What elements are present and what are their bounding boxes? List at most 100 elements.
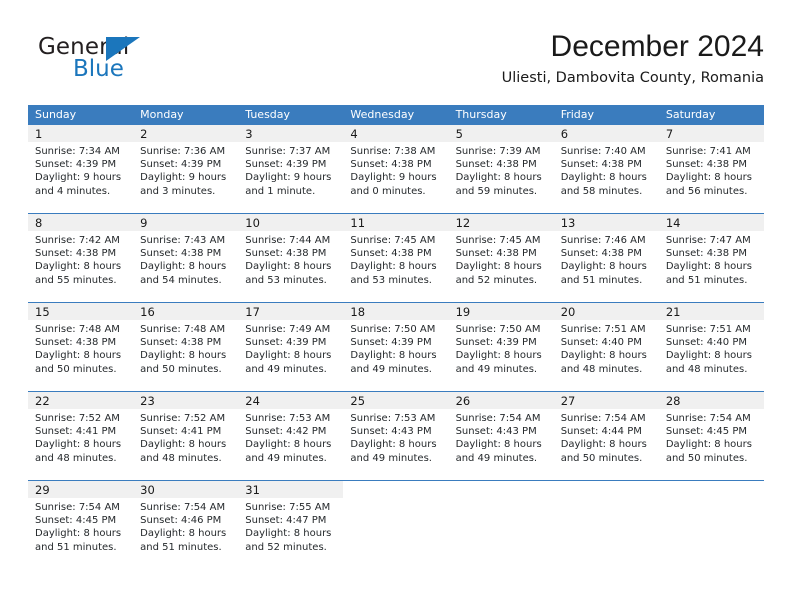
day-details: Sunrise: 7:54 AM Sunset: 4:43 PM Daylight:… [449,409,554,465]
calendar-day-cell[interactable]: 29 Sunrise: 7:54 AM Sunset: 4:45 PM Dayligh… [28,481,134,568]
sunset-text: Sunset: 4:42 PM [245,426,327,438]
daylight-text-line1: Daylight: 8 hours [665,172,752,184]
day-number-strip: 9 [133,214,239,231]
calendar-day-cell[interactable]: 10 Sunrise: 7:44 AM Sunset: 4:38 PM Dayligh… [238,214,344,302]
calendar-day-cell[interactable]: 24 Sunrise: 7:53 AM Sunset: 4:42 PM Dayligh… [238,392,344,480]
calendar-day-cell[interactable]: 21 Sunrise: 7:51 AM Sunset: 4:40 PM Dayligh… [658,303,764,391]
calendar-day-cell[interactable]: 18 Sunrise: 7:50 AM Sunset: 4:39 PM Dayligh… [343,303,449,391]
calendar-day-cell[interactable]: 16 Sunrise: 7:48 AM Sunset: 4:38 PM Dayligh… [133,303,239,391]
calendar-grid: Sunday Monday Tuesday Wednesday Thursday… [28,105,764,568]
day-details: Sunrise: 7:38 AM Sunset: 4:38 PM Daylight:… [343,142,448,198]
calendar-day-cell[interactable]: 15 Sunrise: 7:48 AM Sunset: 4:38 PM Dayligh… [28,303,134,391]
sunset-text: Sunset: 4:38 PM [665,248,747,260]
daylight-text-line2: and 0 minutes. [350,185,426,197]
day-number-strip: 6 [553,125,659,142]
sunset-text: Sunset: 4:45 PM [665,426,747,438]
weekday-header-monday: Monday [140,108,184,121]
calendar-day-cell[interactable]: 14 Sunrise: 7:47 AM Sunset: 4:38 PM Dayligh… [658,214,764,302]
daylight-text-line2: and 49 minutes. [455,363,538,375]
calendar-day-cell[interactable]: 19 Sunrise: 7:50 AM Sunset: 4:39 PM Dayligh… [448,303,554,391]
daylight-text-line2: and 51 minutes. [665,274,748,286]
day-number-strip [449,481,554,498]
day-details: Sunrise: 7:40 AM Sunset: 4:38 PM Daylight:… [554,142,659,198]
calendar-day-cell-inner: 27 Sunrise: 7:54 AM Sunset: 4:44 PM Dayligh… [553,392,659,480]
page-header: General Blue December 2024 Uliesti, Damb… [28,28,764,96]
daylight-text-line2: and 52 minutes. [455,274,538,286]
day-number: 10 [245,216,260,230]
sunrise-text: Sunrise: 7:37 AM [245,146,331,157]
calendar-day-cell[interactable]: 22 Sunrise: 7:52 AM Sunset: 4:41 PM Dayligh… [28,392,134,480]
calendar-day-cell[interactable]: 9 Sunrise: 7:43 AM Sunset: 4:38 PM Daylight… [133,214,239,302]
calendar-day-cell[interactable]: 27 Sunrise: 7:54 AM Sunset: 4:44 PM Dayligh… [553,392,659,480]
day-details: Sunrise: 7:54 AM Sunset: 4:45 PM Daylight:… [28,498,133,554]
location-subtitle: Uliesti, Dambovita County, Romania [501,70,764,86]
page-title: December 2024 [550,30,764,63]
calendar-day-cell[interactable]: 3 Sunrise: 7:37 AM Sunset: 4:39 PM Daylight… [238,125,344,213]
daylight-text-line2: and 54 minutes. [140,274,222,286]
weekday-header-tuesday: Tuesday [245,108,291,121]
calendar-empty-cell [343,481,448,568]
calendar-day-cell[interactable]: 28 Sunrise: 7:54 AM Sunset: 4:45 PM Dayligh… [658,392,764,480]
calendar-day-cell[interactable]: 5 Sunrise: 7:39 AM Sunset: 4:38 PM Daylight… [448,125,554,213]
calendar-day-cell[interactable]: 6 Sunrise: 7:40 AM Sunset: 4:38 PM Daylight… [553,125,659,213]
calendar-day-cell[interactable]: 25 Sunrise: 7:53 AM Sunset: 4:43 PM Dayligh… [343,392,449,480]
daylight-text-line2: and 49 minutes. [455,452,538,464]
calendar-day-cell[interactable]: 23 Sunrise: 7:52 AM Sunset: 4:41 PM Dayligh… [133,392,239,480]
sunset-text: Sunset: 4:38 PM [455,248,537,260]
sunrise-text: Sunrise: 7:40 AM [560,146,646,157]
daylight-text-line2: and 48 minutes. [35,452,117,464]
daylight-text-line1: Daylight: 8 hours [35,528,122,540]
calendar-day-cell[interactable]: 8 Sunrise: 7:42 AM Sunset: 4:38 PM Daylight… [28,214,134,302]
sunset-text: Sunset: 4:41 PM [35,426,117,438]
sunset-text: Sunset: 4:38 PM [665,159,747,171]
daylight-text-line1: Daylight: 8 hours [140,528,227,540]
calendar-day-cell-inner: 23 Sunrise: 7:52 AM Sunset: 4:41 PM Dayligh… [133,392,239,480]
calendar-day-cell[interactable]: 30 Sunrise: 7:54 AM Sunset: 4:46 PM Dayligh… [133,481,239,568]
calendar-day-cell[interactable]: 31 Sunrise: 7:55 AM Sunset: 4:47 PM Dayligh… [238,481,344,568]
daylight-text-line1: Daylight: 8 hours [245,261,332,273]
sunrise-text: Sunrise: 7:54 AM [455,413,541,424]
day-details: Sunrise: 7:36 AM Sunset: 4:39 PM Daylight:… [133,142,238,198]
calendar-day-cell[interactable]: 20 Sunrise: 7:51 AM Sunset: 4:40 PM Dayligh… [553,303,659,391]
calendar-day-cell[interactable]: 11 Sunrise: 7:45 AM Sunset: 4:38 PM Dayligh… [343,214,449,302]
day-number-strip: 13 [553,214,659,231]
day-number: 30 [140,483,155,497]
sunset-text: Sunset: 4:39 PM [350,337,432,349]
day-details: Sunrise: 7:53 AM Sunset: 4:43 PM Daylight:… [343,409,448,465]
calendar-day-cell[interactable]: 13 Sunrise: 7:46 AM Sunset: 4:38 PM Dayligh… [553,214,659,302]
day-number: 9 [140,216,148,230]
day-number: 29 [35,483,50,497]
day-number: 11 [350,216,366,230]
day-number-strip: 12 [448,214,554,231]
calendar-week-row: 22 Sunrise: 7:52 AM Sunset: 4:41 PM Dayligh… [28,391,764,480]
day-number: 31 [245,483,260,497]
calendar-day-cell[interactable]: 4 Sunrise: 7:38 AM Sunset: 4:38 PM Daylight… [343,125,449,213]
calendar-day-cell[interactable]: 12 Sunrise: 7:45 AM Sunset: 4:38 PM Dayligh… [448,214,554,302]
day-number-strip: 14 [658,214,764,231]
sunrise-text: Sunrise: 7:34 AM [35,146,120,157]
daylight-text-line1: Daylight: 8 hours [665,261,752,273]
daylight-text-line1: Daylight: 9 hours [35,172,122,184]
calendar-day-cell-inner: 10 Sunrise: 7:44 AM Sunset: 4:38 PM Dayligh… [238,214,344,302]
day-number: 12 [455,216,471,230]
calendar-day-cell[interactable]: 7 Sunrise: 7:41 AM Sunset: 4:38 PM Daylight… [658,125,764,213]
sunrise-text: Sunrise: 7:54 AM [560,413,646,424]
day-number: 18 [350,305,366,319]
calendar-day-cell[interactable]: 17 Sunrise: 7:49 AM Sunset: 4:39 PM Dayligh… [238,303,344,391]
calendar-day-cell-inner: 15 Sunrise: 7:48 AM Sunset: 4:38 PM Dayligh… [28,303,134,391]
general-blue-logo[interactable]: General Blue [38,34,228,90]
daylight-text-line2: and 49 minutes. [245,363,327,375]
calendar-day-cell[interactable]: 26 Sunrise: 7:54 AM Sunset: 4:43 PM Dayligh… [448,392,554,480]
day-details: Sunrise: 7:53 AM Sunset: 4:42 PM Daylight:… [238,409,343,465]
day-details: Sunrise: 7:55 AM Sunset: 4:47 PM Daylight:… [238,498,343,554]
daylight-text-line2: and 48 minutes. [665,363,748,375]
calendar-day-cell[interactable]: 1 Sunrise: 7:34 AM Sunset: 4:39 PM Daylight… [28,125,134,213]
day-number-strip: 5 [448,125,554,142]
sunrise-text: Sunrise: 7:45 AM [455,235,541,246]
daylight-text-line2: and 50 minutes. [35,363,117,375]
calendar-day-cell[interactable]: 2 Sunrise: 7:36 AM Sunset: 4:39 PM Daylight… [133,125,239,213]
sunrise-text: Sunrise: 7:42 AM [35,235,120,246]
calendar-day-cell-inner: 29 Sunrise: 7:54 AM Sunset: 4:45 PM Dayligh… [28,481,134,568]
weekday-header-row: Sunday Monday Tuesday Wednesday Thursday… [28,105,764,124]
sunrise-text: Sunrise: 7:50 AM [350,324,436,335]
